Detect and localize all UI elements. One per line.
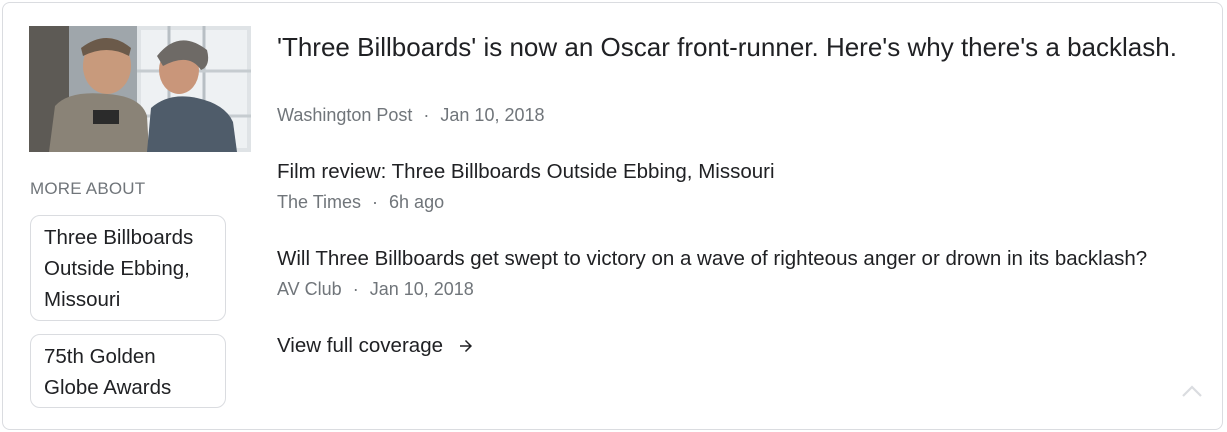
separator-dot: · bbox=[423, 105, 430, 125]
story-thumbnail[interactable] bbox=[29, 26, 251, 152]
story-date: Jan 10, 2018 bbox=[440, 105, 545, 125]
news-card: MORE ABOUT Three Billboards Outside Ebbi… bbox=[2, 2, 1223, 430]
story-source: Washington Post bbox=[277, 105, 413, 125]
story-meta: The Times · 6h ago bbox=[277, 192, 444, 213]
story-title[interactable]: Will Three Billboards get swept to victo… bbox=[277, 247, 1147, 271]
story-source: The Times bbox=[277, 192, 362, 212]
view-full-coverage-link[interactable]: View full coverage bbox=[277, 334, 475, 358]
arrow-right-icon bbox=[457, 337, 475, 355]
separator-dot: · bbox=[372, 192, 379, 212]
story-source: AV Club bbox=[277, 279, 342, 299]
top-story-headline[interactable]: 'Three Billboards' is now an Oscar front… bbox=[277, 29, 1177, 65]
story-title[interactable]: Film review: Three Billboards Outside Eb… bbox=[277, 160, 775, 184]
story-date: Jan 10, 2018 bbox=[369, 279, 474, 299]
topic-chip-golden-globes[interactable]: 75th Golden Globe Awards bbox=[30, 334, 226, 408]
story-meta: AV Club · Jan 10, 2018 bbox=[277, 279, 474, 300]
more-about-heading: MORE ABOUT bbox=[30, 179, 146, 198]
thumbnail-image bbox=[29, 26, 251, 152]
top-story-meta: Washington Post · Jan 10, 2018 bbox=[277, 105, 545, 126]
story-date: 6h ago bbox=[389, 192, 445, 212]
view-full-coverage-label: View full coverage bbox=[277, 334, 443, 357]
separator-dot: · bbox=[352, 279, 359, 299]
chevron-up-icon bbox=[1181, 384, 1203, 403]
collapse-button[interactable] bbox=[1179, 383, 1205, 403]
topic-chip-three-billboards[interactable]: Three Billboards Outside Ebbing, Missour… bbox=[30, 215, 226, 321]
